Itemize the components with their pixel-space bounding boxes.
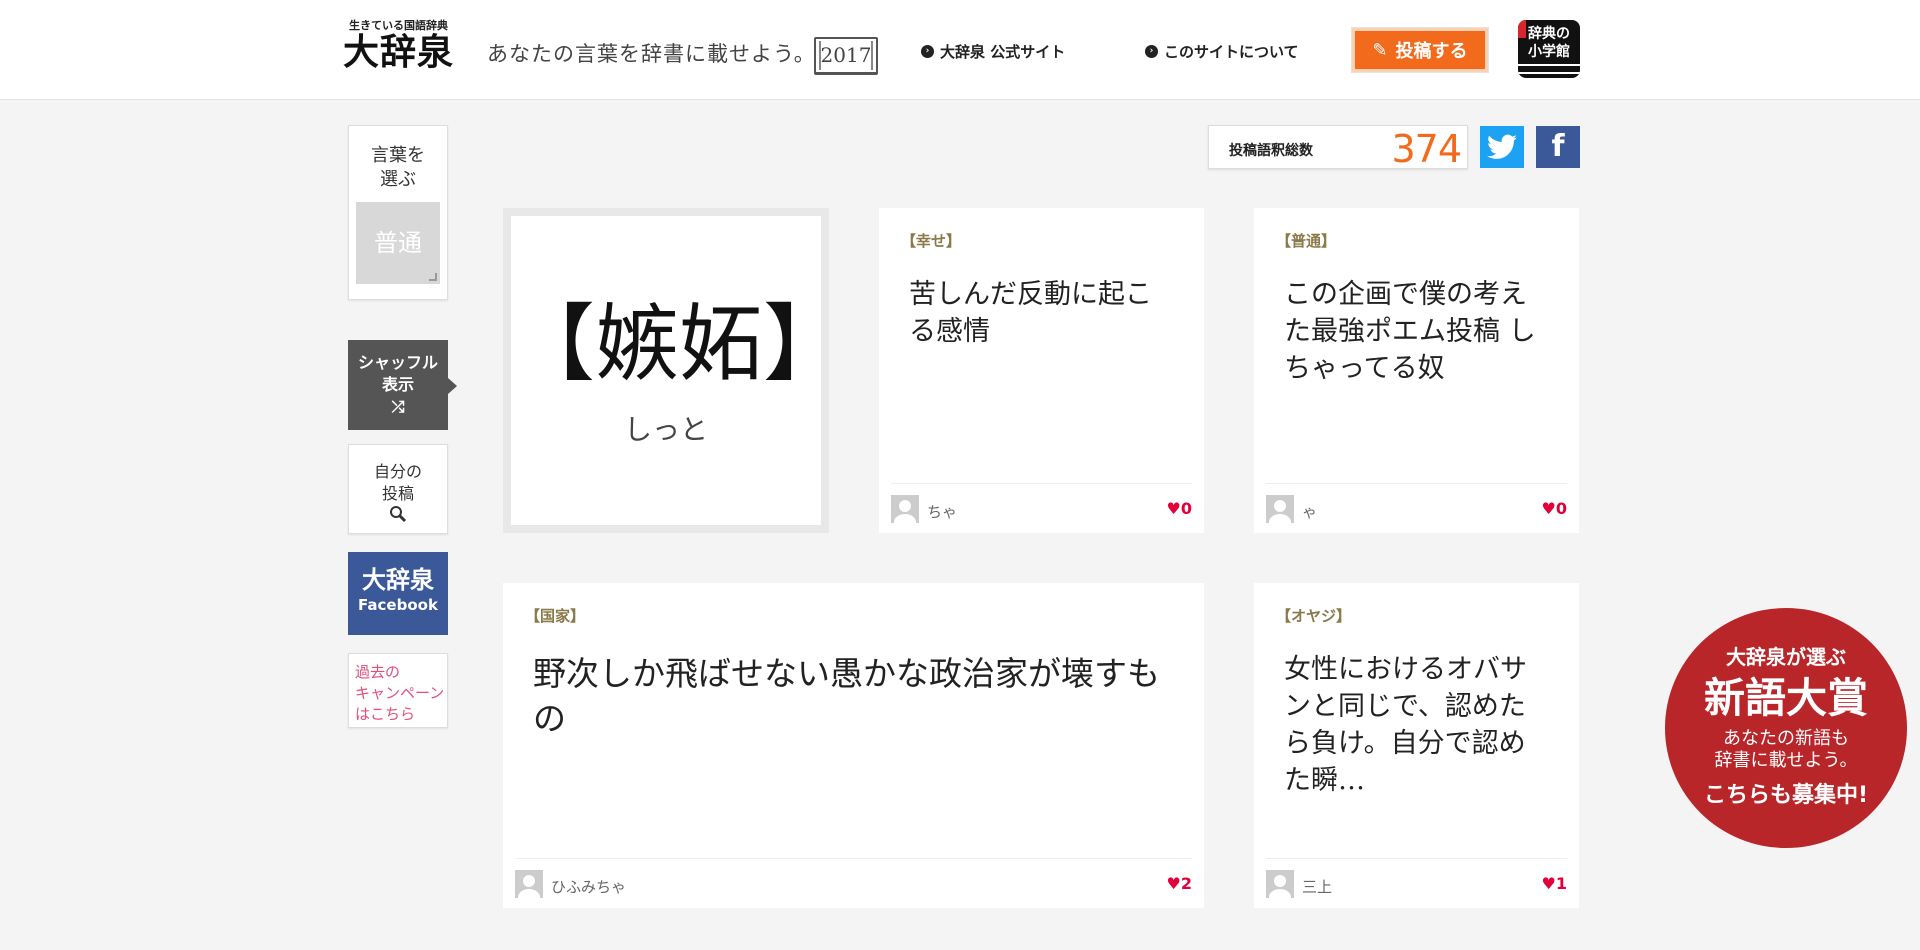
card-definition: 野次しか飛ばせない愚かな政治家が壊すもの — [533, 654, 1160, 738]
card-word-tag: 【普通】 — [1276, 232, 1337, 250]
post-counter-value: 374 — [1391, 127, 1462, 171]
definition-card[interactable]: 【普通】 この企画で僕の考えた最強ポエム投稿 しちゃってる奴 ゃ ♥0 — [1254, 208, 1579, 533]
card-word-tag: 【国家】 — [525, 607, 586, 625]
choose-word-line2: 選ぶ — [380, 169, 416, 190]
fb-page-label: Facebook — [358, 596, 438, 614]
like-button[interactable]: ♥0 — [1167, 499, 1192, 518]
card-definition: この企画で僕の考えた最強ポエム投稿 しちゃってる奴 — [1284, 279, 1536, 384]
award-line1: 大辞泉が選ぶ — [1726, 645, 1846, 669]
twitter-icon — [1487, 134, 1517, 159]
featured-word: 【嫉妬】 — [511, 295, 848, 393]
featured-word-card[interactable]: 【嫉妬】 しっと — [503, 208, 848, 533]
publisher-logo-mark — [1518, 20, 1526, 38]
award-line4: 辞書に載せよう。 — [1714, 750, 1858, 771]
avatar — [1266, 870, 1294, 898]
definition-card[interactable]: 【国家】 野次しか飛ばせない愚かな政治家が壊すもの ひふみちゃ ♥2 — [503, 583, 1204, 908]
card-user: ちゃ — [927, 503, 958, 521]
facebook-page-button[interactable]: 大辞泉 Facebook — [348, 552, 448, 635]
heart-icon: ♥ — [1166, 874, 1181, 893]
nav-about[interactable]: › このサイトについて — [1145, 41, 1299, 62]
like-count: 2 — [1180, 874, 1192, 893]
heart-icon: ♥ — [1541, 874, 1556, 893]
heart-icon: ♥ — [1166, 499, 1181, 518]
past-line1: 過去の — [355, 663, 401, 681]
facebook-share-button[interactable]: f — [1536, 126, 1580, 168]
like-count: 0 — [1180, 499, 1192, 518]
past-campaigns-link[interactable]: 過去の キャンペーン はこちら — [348, 653, 448, 728]
past-line2: キャンペーン — [355, 684, 445, 702]
avatar — [1266, 495, 1294, 523]
publisher-line1: 辞典の — [1528, 26, 1570, 42]
search-icon — [349, 505, 447, 529]
choose-word-panel[interactable]: 言葉を 選ぶ 普通 — [348, 125, 448, 300]
selected-word: 普通 — [374, 229, 422, 257]
card-footer: ひふみちゃ ♥2 — [515, 858, 1192, 908]
like-count: 0 — [1555, 499, 1567, 518]
past-line3: はこちら — [355, 705, 416, 723]
chevron-right-icon: › — [1145, 45, 1158, 58]
post-button[interactable]: ✎ 投稿する — [1352, 28, 1488, 72]
card-footer: ちゃ ♥0 — [891, 483, 1192, 533]
card-user: ひふみちゃ — [551, 878, 627, 896]
active-indicator-arrow — [448, 378, 457, 394]
like-button[interactable]: ♥2 — [1167, 874, 1192, 893]
like-count: 1 — [1555, 874, 1567, 893]
new-word-award-badge[interactable]: 大辞泉が選ぶ 新語大賞 あなたの新語も 辞書に載せよう。 こちらも募集中! — [1665, 608, 1907, 848]
publisher-line2: 小学館 — [1528, 44, 1570, 60]
shuffle-line2: 表示 — [381, 375, 414, 394]
avatar — [891, 495, 919, 523]
card-footer: ゃ ♥0 — [1266, 483, 1567, 533]
shuffle-button[interactable]: シャッフル 表示 ⤮ — [348, 340, 457, 430]
definition-card[interactable]: 【オヤジ】 女性におけるオバサンと同じで、認めたら負け。自分で認めた瞬… 三上 … — [1254, 583, 1579, 908]
like-button[interactable]: ♥0 — [1542, 499, 1567, 518]
year-book-icon: 2017 — [814, 37, 878, 75]
twitter-share-button[interactable] — [1480, 126, 1524, 168]
site-header: 生きている国語辞典 大辞泉 あなたの言葉を辞書に載せよう。 2017 › 大辞泉… — [0, 0, 1920, 100]
chevron-right-icon: › — [921, 45, 934, 58]
avatar — [515, 870, 543, 898]
featured-word-inner: 【嫉妬】 しっと — [511, 216, 848, 525]
year-label: 2017 — [820, 43, 872, 67]
post-counter: 投稿語釈総数 374 — [1208, 125, 1468, 171]
logo-subtitle: 生きている国語辞典 — [349, 19, 448, 32]
site-logo[interactable]: 生きている国語辞典 大辞泉 — [343, 17, 458, 79]
card-footer: 三上 ♥1 — [1266, 858, 1567, 908]
book-stripes-icon — [1518, 64, 1580, 74]
featured-reading: しっと — [623, 413, 708, 446]
publisher-logo[interactable]: 辞典の 小学館 — [1518, 20, 1580, 78]
logo-title: 大辞泉 — [343, 32, 455, 73]
award-line5: こちらも募集中! — [1703, 783, 1869, 808]
award-line3: あなたの新語も — [1723, 728, 1849, 749]
card-definition: 女性におけるオバサンと同じで、認めたら負け。自分で認めた瞬… — [1284, 654, 1527, 796]
award-title: 新語大賞 — [1704, 674, 1868, 722]
shuffle-line1: シャッフル — [357, 353, 438, 372]
post-button-label: 投稿する — [1395, 41, 1468, 62]
shuffle-icon: ⤮ — [391, 397, 405, 416]
definition-card[interactable]: 【幸せ】 苦しんだ反動に起こる感情 ちゃ ♥0 — [879, 208, 1204, 533]
heart-icon: ♥ — [1541, 499, 1556, 518]
nav-about-label: このサイトについて — [1164, 43, 1299, 61]
pencil-icon: ✎ — [1372, 39, 1388, 61]
card-definition: 苦しんだ反動に起こる感情 — [909, 279, 1152, 347]
nav-official-label: 大辞泉 公式サイト — [940, 43, 1066, 61]
fb-page-title: 大辞泉 — [362, 566, 434, 594]
tagline: あなたの言葉を辞書に載せよう。 — [487, 42, 816, 66]
card-user: ゃ — [1302, 503, 1318, 521]
my-posts-line2: 投稿 — [381, 484, 414, 503]
facebook-icon: f — [1551, 129, 1565, 164]
my-posts-button[interactable]: 自分の 投稿 — [348, 444, 448, 534]
word-select[interactable]: 普通 — [356, 202, 440, 284]
post-counter-label: 投稿語釈総数 — [1229, 143, 1313, 159]
my-posts-line1: 自分の — [373, 462, 422, 481]
card-word-tag: 【幸せ】 — [901, 232, 962, 250]
card-word-tag: 【オヤジ】 — [1276, 607, 1352, 625]
resize-corner-icon — [429, 273, 437, 281]
choose-word-line1: 言葉を — [371, 145, 425, 166]
nav-official-site[interactable]: › 大辞泉 公式サイト — [921, 41, 1065, 62]
like-button[interactable]: ♥1 — [1542, 874, 1567, 893]
card-user: 三上 — [1302, 878, 1333, 896]
